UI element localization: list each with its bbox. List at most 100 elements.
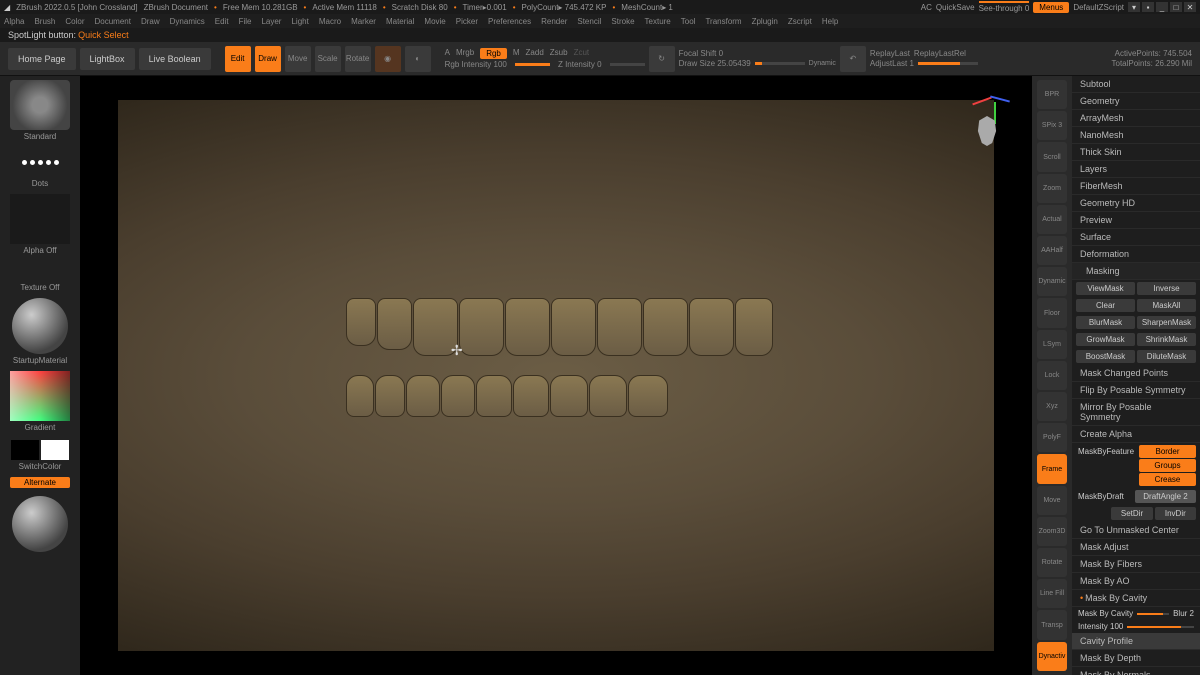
- close-button[interactable]: ✕: [1184, 2, 1196, 12]
- tool-scroll[interactable]: Scroll: [1037, 142, 1067, 171]
- menu-alpha[interactable]: Alpha: [4, 17, 24, 26]
- swatch-white[interactable]: [41, 440, 69, 460]
- section-arraymesh[interactable]: ArrayMesh: [1072, 110, 1200, 127]
- section-geometry[interactable]: Geometry: [1072, 93, 1200, 110]
- create-alpha[interactable]: Create Alpha: [1072, 426, 1200, 443]
- swatch-black[interactable]: [11, 440, 39, 460]
- draw-button[interactable]: Draw: [255, 46, 281, 72]
- tool-move[interactable]: Move: [1037, 486, 1067, 515]
- zadd-button[interactable]: Zadd: [526, 48, 544, 59]
- rgbint-slider[interactable]: Rgb Intensity 100: [445, 60, 507, 69]
- section-subtool[interactable]: Subtool: [1072, 76, 1200, 93]
- section-thickskin[interactable]: Thick Skin: [1072, 144, 1200, 161]
- alternate-button[interactable]: Alternate: [10, 477, 70, 488]
- quicksave-button[interactable]: QuickSave: [936, 3, 975, 12]
- section-preview[interactable]: Preview: [1072, 212, 1200, 229]
- mask-adjust[interactable]: Mask Adjust: [1072, 539, 1200, 556]
- defaultzscript[interactable]: DefaultZScript: [1073, 3, 1124, 12]
- brush-preview[interactable]: [12, 496, 68, 552]
- intensity-slider[interactable]: Intensity 100: [1078, 622, 1123, 631]
- material-thumbnail[interactable]: [12, 298, 68, 354]
- tool-lsym[interactable]: LSym: [1037, 330, 1067, 359]
- menu-edit[interactable]: Edit: [215, 17, 229, 26]
- zcut-button[interactable]: Zcut: [574, 48, 590, 59]
- blurmask-button[interactable]: BlurMask: [1076, 316, 1135, 329]
- tool-zoom3d[interactable]: Zoom3D: [1037, 517, 1067, 546]
- clear-button[interactable]: Clear: [1076, 299, 1135, 312]
- stroke-thumbnail[interactable]: [10, 147, 70, 177]
- zint-slider[interactable]: Z Intensity 0: [558, 60, 602, 69]
- move-button[interactable]: Move: [285, 46, 311, 72]
- rgb-button[interactable]: Rgb: [480, 48, 507, 59]
- tool-zoom[interactable]: Zoom: [1037, 174, 1067, 203]
- section-deformation[interactable]: Deformation: [1072, 246, 1200, 263]
- section-layers[interactable]: Layers: [1072, 161, 1200, 178]
- mask-by-fibers[interactable]: Mask By Fibers: [1072, 556, 1200, 573]
- tool-polyf[interactable]: PolyF: [1037, 423, 1067, 452]
- tool-rotate[interactable]: Rotate: [1037, 548, 1067, 577]
- menu-color[interactable]: Color: [65, 17, 84, 26]
- boostmask-button[interactable]: BoostMask: [1076, 350, 1135, 363]
- menu-dynamics[interactable]: Dynamics: [170, 17, 205, 26]
- menu-zplugin[interactable]: Zplugin: [752, 17, 778, 26]
- inverse-button[interactable]: Inverse: [1137, 282, 1196, 295]
- menu-marker[interactable]: Marker: [351, 17, 376, 26]
- cavityprofile-button[interactable]: Cavity Profile: [1072, 633, 1200, 650]
- setdir-button[interactable]: SetDir: [1111, 507, 1152, 520]
- menu-draw[interactable]: Draw: [141, 17, 160, 26]
- replaylast-button[interactable]: ReplayLast: [870, 49, 910, 58]
- viewmask-button[interactable]: ViewMask: [1076, 282, 1135, 295]
- focalshift-slider[interactable]: Focal Shift 0: [679, 49, 723, 58]
- mrgb-button[interactable]: Mrgb: [456, 48, 474, 59]
- menus-button[interactable]: Menus: [1033, 2, 1069, 13]
- brush-thumbnail[interactable]: [10, 80, 70, 130]
- undo-icon[interactable]: ↶: [840, 46, 866, 72]
- layout-button[interactable]: ▪: [1142, 2, 1154, 12]
- tool-floor[interactable]: Floor: [1037, 298, 1067, 327]
- menu-texture[interactable]: Texture: [645, 17, 671, 26]
- menu-preferences[interactable]: Preferences: [488, 17, 531, 26]
- section-geometryhd[interactable]: Geometry HD: [1072, 195, 1200, 212]
- menu-movie[interactable]: Movie: [424, 17, 445, 26]
- adjustlast-slider[interactable]: AdjustLast 1: [870, 59, 914, 68]
- section-nanomesh[interactable]: NanoMesh: [1072, 127, 1200, 144]
- menu-stroke[interactable]: Stroke: [611, 17, 634, 26]
- color-picker[interactable]: [10, 371, 70, 421]
- lightbox-button[interactable]: LightBox: [80, 48, 135, 70]
- menu-brush[interactable]: Brush: [34, 17, 55, 26]
- tool-xyz[interactable]: Xyz: [1037, 392, 1067, 421]
- sharpenmask-button[interactable]: SharpenMask: [1137, 316, 1196, 329]
- seethrough-slider[interactable]: See-through 0: [979, 1, 1030, 13]
- maskall-button[interactable]: MaskAll: [1137, 299, 1196, 312]
- viewport[interactable]: ✢: [80, 76, 1032, 675]
- livebool-button[interactable]: Live Boolean: [139, 48, 211, 70]
- tool-frame[interactable]: Frame: [1037, 454, 1067, 483]
- flip-by-posable-symmetry[interactable]: Flip By Posable Symmetry: [1072, 382, 1200, 399]
- sculptris-button[interactable]: ◐: [405, 46, 431, 72]
- maskbycavity-section[interactable]: Mask By Cavity: [1072, 590, 1200, 607]
- dilutemask-button[interactable]: DiluteMask: [1137, 350, 1196, 363]
- replaylastrel-button[interactable]: ReplayLastRel: [914, 49, 966, 58]
- menu-help[interactable]: Help: [822, 17, 838, 26]
- tool-bpr[interactable]: BPR: [1037, 80, 1067, 109]
- mirror-by-posable-symmetry[interactable]: Mirror By Posable Symmetry: [1072, 399, 1200, 426]
- mask-by-depth[interactable]: Mask By Depth: [1072, 650, 1200, 667]
- axis-gizmo[interactable]: [952, 88, 1012, 148]
- menu-file[interactable]: File: [239, 17, 252, 26]
- zsub-button[interactable]: Zsub: [550, 48, 568, 59]
- crease-button[interactable]: Crease: [1139, 473, 1196, 486]
- tool-transp[interactable]: Transp: [1037, 610, 1067, 639]
- menu-macro[interactable]: Macro: [319, 17, 341, 26]
- blur-slider[interactable]: Blur 2: [1173, 609, 1194, 618]
- shrinkmask-button[interactable]: ShrinkMask: [1137, 333, 1196, 346]
- maskbycavity-button[interactable]: Mask By Cavity: [1078, 609, 1133, 618]
- alpha-thumbnail[interactable]: [10, 194, 70, 244]
- menu-document[interactable]: Document: [95, 17, 131, 26]
- min-button[interactable]: ▾: [1128, 2, 1140, 12]
- gotounmasked-button[interactable]: Go To Unmasked Center: [1072, 522, 1200, 539]
- menu-stencil[interactable]: Stencil: [577, 17, 601, 26]
- menu-transform[interactable]: Transform: [705, 17, 741, 26]
- menu-zscript[interactable]: Zscript: [788, 17, 812, 26]
- tool-actual[interactable]: Actual: [1037, 205, 1067, 234]
- home-button[interactable]: Home Page: [8, 48, 76, 70]
